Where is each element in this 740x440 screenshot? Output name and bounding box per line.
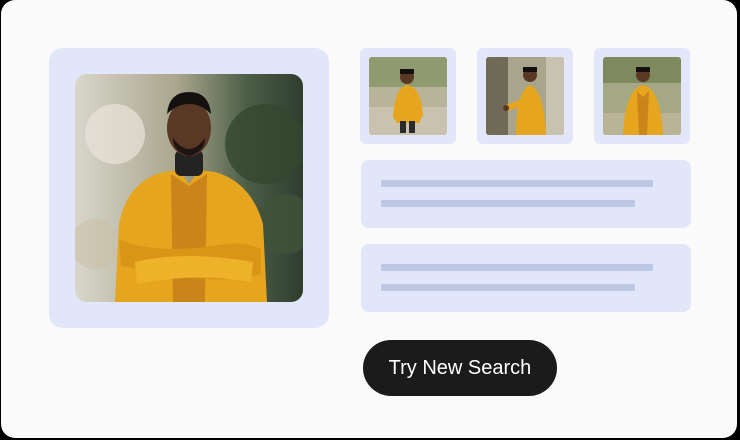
placeholder-line (381, 180, 653, 187)
thumbnail-1[interactable] (360, 48, 456, 144)
page-frame: Try New Search (0, 0, 740, 440)
person-photo-icon (603, 57, 681, 135)
thumbnail-2[interactable] (477, 48, 573, 144)
placeholder-line (381, 284, 635, 291)
result-placeholder-2 (361, 244, 691, 312)
thumbnail-3[interactable] (594, 48, 690, 144)
person-photo-icon (369, 57, 447, 135)
placeholder-line (381, 264, 653, 271)
main-image-panel (49, 48, 329, 328)
search-results-card: Try New Search (1, 0, 737, 438)
person-photo-icon (486, 57, 564, 135)
result-placeholder-1 (361, 160, 691, 228)
placeholder-line (381, 200, 635, 207)
try-new-search-button[interactable]: Try New Search (363, 340, 557, 396)
person-photo-icon[interactable] (75, 74, 303, 302)
